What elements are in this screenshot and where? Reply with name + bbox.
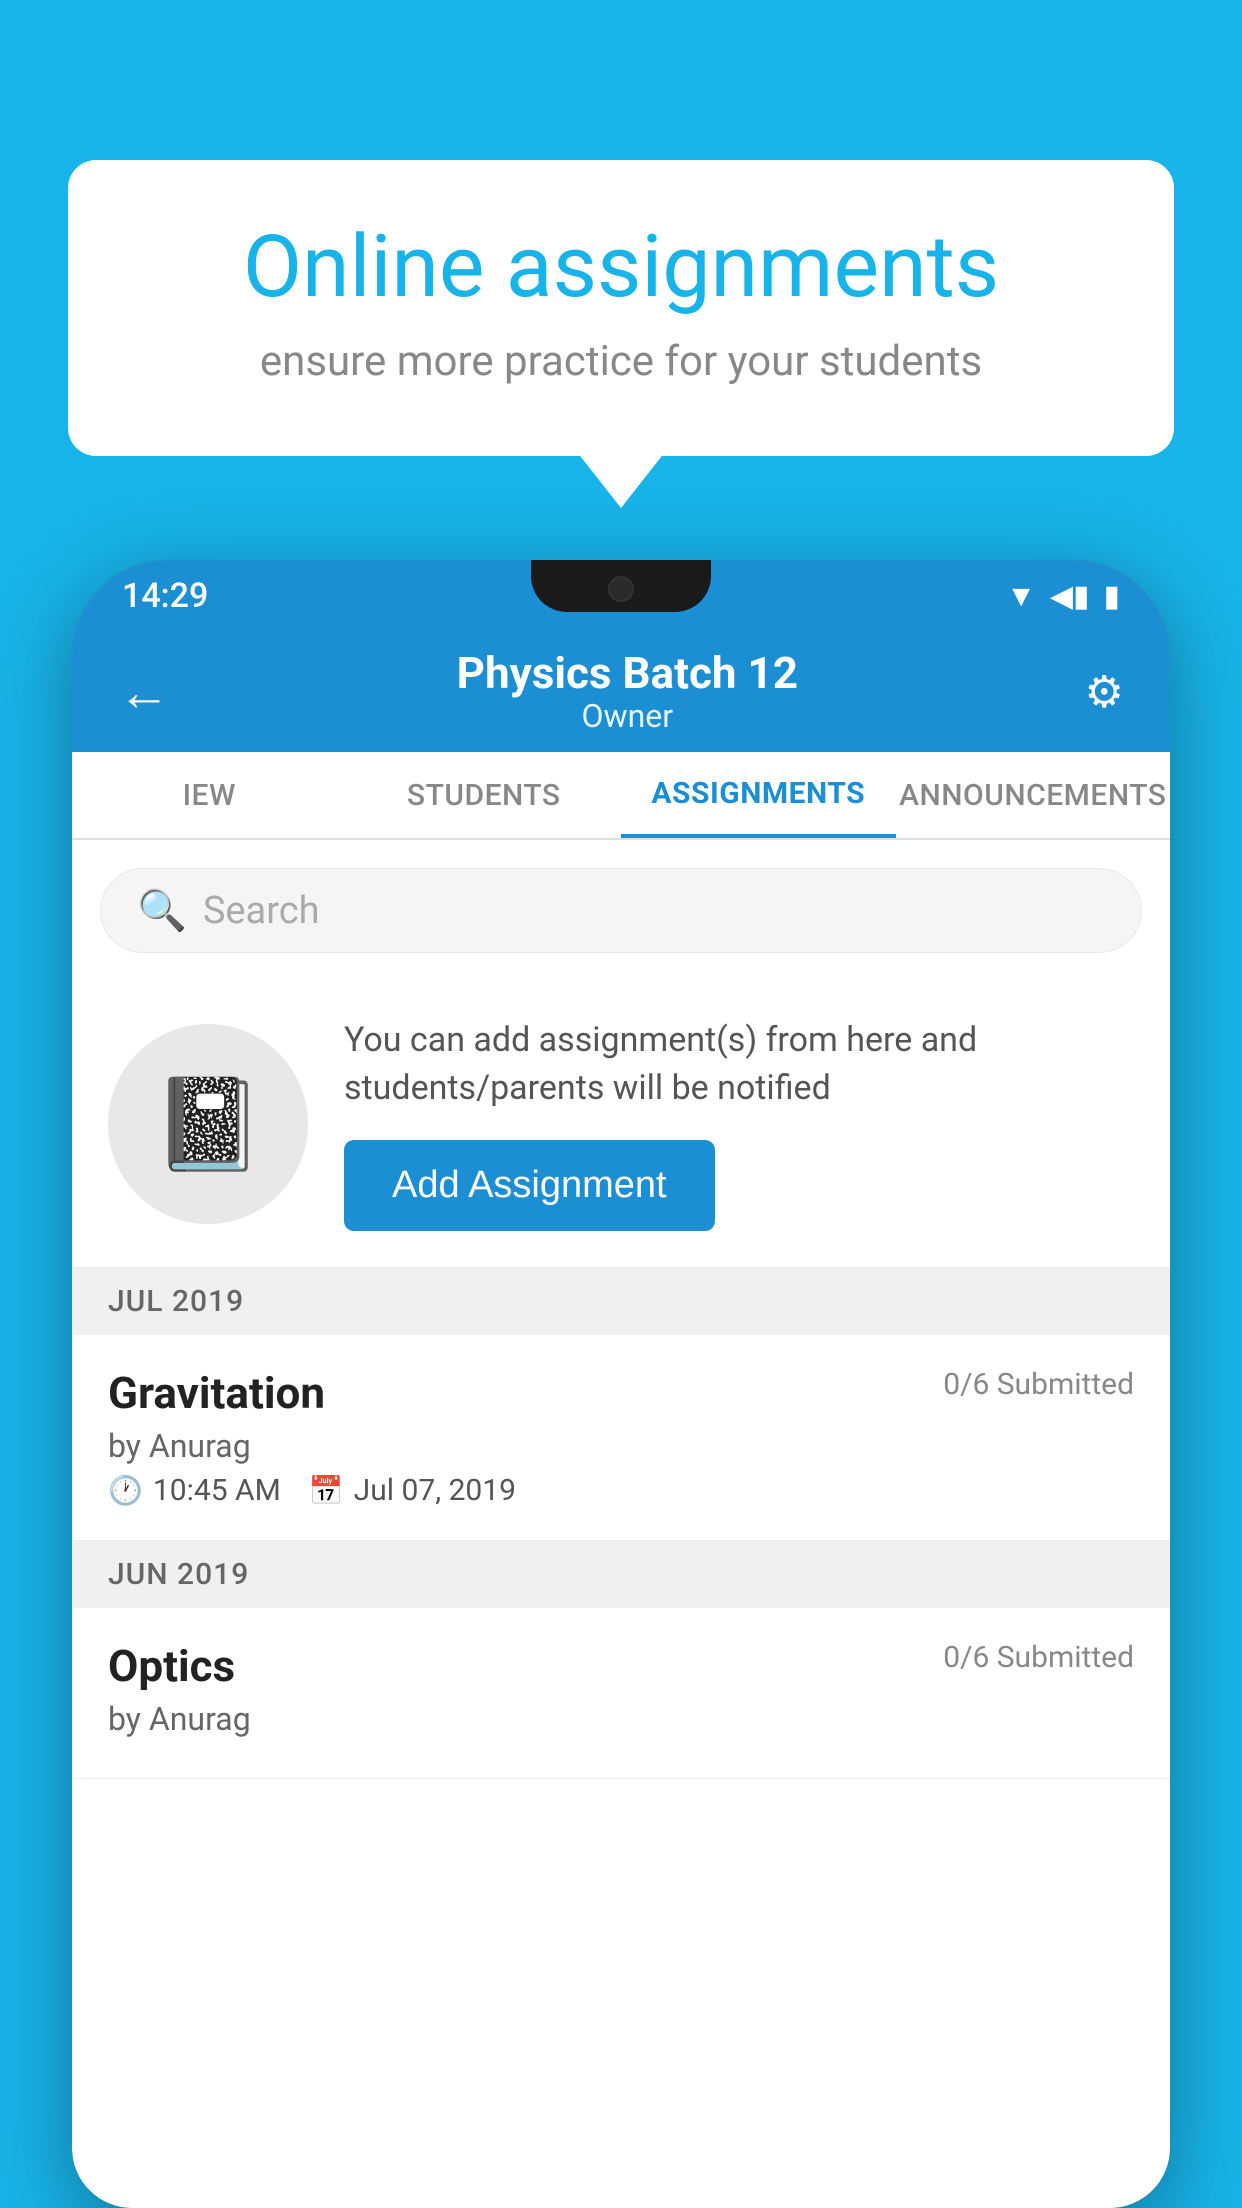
app-bar-title-block: Physics Batch 12 Owner (180, 649, 1075, 735)
phone-frame: 14:29 ▼ ◀▮ ▮ ← Physics Batch 12 Owner ⚙ … (72, 560, 1170, 2208)
assignment-title: Gravitation (108, 1367, 325, 1419)
battery-icon: ▮ (1103, 579, 1120, 614)
assignment-icon-circle: 📓 (108, 1024, 308, 1224)
assignment-item-gravitation[interactable]: Gravitation 0/6 Submitted by Anurag 🕐 10… (72, 1335, 1170, 1541)
assignment-item-optics[interactable]: Optics 0/6 Submitted by Anurag (72, 1608, 1170, 1779)
search-icon: 🔍 (137, 887, 187, 934)
assignment-author: by Anurag (108, 1427, 1134, 1465)
optics-author: by Anurag (108, 1700, 1134, 1738)
settings-button[interactable]: ⚙ (1075, 656, 1134, 728)
screen-content: 🔍 Search 📓 You can add assignment(s) fro… (72, 840, 1170, 2208)
month-separator-jun: JUN 2019 (72, 1541, 1170, 1608)
clock-icon: 🕐 (108, 1474, 143, 1507)
tab-iew[interactable]: IEW (72, 752, 347, 838)
optics-title: Optics (108, 1640, 235, 1692)
status-icons: ▼ ◀▮ ▮ (1006, 579, 1120, 614)
optics-header: Optics 0/6 Submitted (108, 1640, 1134, 1692)
wifi-icon: ▼ (1006, 579, 1036, 614)
phone-notch (531, 560, 711, 612)
assignment-date: 📅 Jul 07, 2019 (309, 1473, 516, 1508)
assignment-meta: 🕐 10:45 AM 📅 Jul 07, 2019 (108, 1473, 1134, 1508)
app-bar-subtitle: Owner (180, 697, 1075, 735)
calendar-icon: 📅 (309, 1474, 344, 1507)
status-time: 14:29 (122, 576, 208, 616)
add-assignment-button[interactable]: Add Assignment (344, 1140, 715, 1231)
optics-submitted: 0/6 Submitted (943, 1640, 1134, 1675)
promo-text-block: You can add assignment(s) from here and … (344, 1017, 1134, 1231)
promo-section: 📓 You can add assignment(s) from here an… (72, 981, 1170, 1268)
app-bar: ← Physics Batch 12 Owner ⚙ (72, 632, 1170, 752)
promo-description: You can add assignment(s) from here and … (344, 1017, 1134, 1112)
back-button[interactable]: ← (108, 652, 180, 733)
assignment-date-value: Jul 07, 2019 (354, 1473, 516, 1508)
assignment-time: 🕐 10:45 AM (108, 1473, 281, 1508)
notebook-icon: 📓 (152, 1072, 264, 1177)
assignment-time-value: 10:45 AM (153, 1473, 281, 1508)
phone-screen: 14:29 ▼ ◀▮ ▮ ← Physics Batch 12 Owner ⚙ … (72, 560, 1170, 2208)
signal-icon: ◀▮ (1050, 579, 1090, 614)
assignment-submitted: 0/6 Submitted (943, 1367, 1134, 1402)
search-placeholder: Search (203, 889, 320, 933)
month-separator-jul: JUL 2019 (72, 1268, 1170, 1335)
app-bar-title: Physics Batch 12 (180, 649, 1075, 697)
promo-subtitle: ensure more practice for your students (148, 337, 1094, 386)
tabs-bar: IEW STUDENTS ASSIGNMENTS ANNOUNCEMENTS (72, 752, 1170, 840)
promo-title: Online assignments (148, 220, 1094, 315)
tab-students[interactable]: STUDENTS (347, 752, 622, 838)
tab-assignments[interactable]: ASSIGNMENTS (621, 752, 896, 838)
search-bar[interactable]: 🔍 Search (100, 868, 1142, 953)
assignment-header: Gravitation 0/6 Submitted (108, 1367, 1134, 1419)
promo-card: Online assignments ensure more practice … (68, 160, 1174, 456)
tab-announcements[interactable]: ANNOUNCEMENTS (896, 752, 1171, 838)
front-camera (608, 576, 634, 602)
